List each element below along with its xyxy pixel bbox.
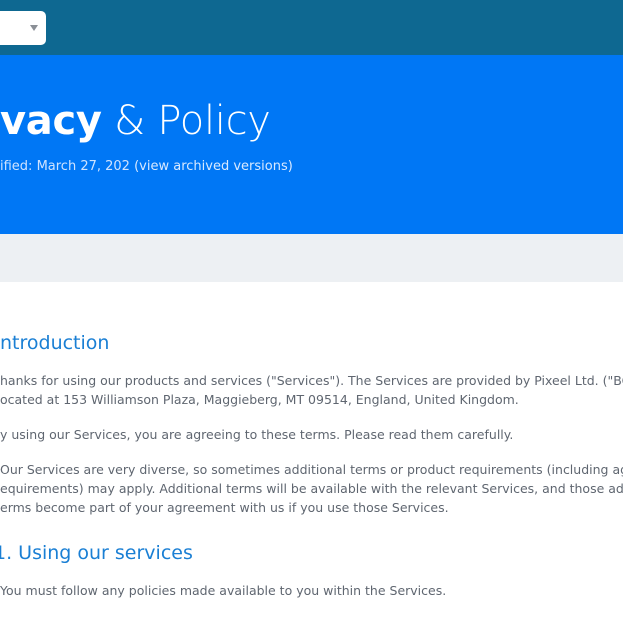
page-title: vacy & Policy xyxy=(0,97,271,145)
top-navigation-bar xyxy=(0,0,623,55)
secondary-band xyxy=(0,234,623,282)
language-select[interactable] xyxy=(0,11,46,45)
section-heading-introduction: ntroduction xyxy=(0,332,109,354)
page-title-bold: vacy xyxy=(0,98,102,144)
paragraph-line: y using our Services, you are agreeing t… xyxy=(0,427,514,442)
section-heading-text: 1. Using our services xyxy=(0,542,193,564)
paragraph-line: erms become part of your agreement with … xyxy=(0,500,449,515)
last-modified-info: ified: March 27, 202 (view archived vers… xyxy=(0,159,293,174)
paragraph-line: You must follow any policies made availa… xyxy=(0,583,447,598)
chevron-down-icon[interactable] xyxy=(30,25,38,31)
paragraph-line: Our Services are very diverse, so someti… xyxy=(0,462,623,477)
paragraph-line: ocated at 153 Williamson Plaza, Maggiebe… xyxy=(0,392,519,407)
paragraph-using-1: You must follow any policies made availa… xyxy=(0,581,446,600)
section-heading-using-services: 1. Using our services xyxy=(0,542,193,564)
page-title-rest: & Policy xyxy=(101,98,271,144)
page-header: vacy & Policy ified: March 27, 202 (view… xyxy=(0,55,623,234)
paragraph-intro-2: y using our Services, you are agreeing t… xyxy=(0,425,513,444)
last-modified-date: ified: March 27, 202 xyxy=(0,159,130,174)
page: vacy & Policy ified: March 27, 202 (view… xyxy=(0,0,623,622)
section-heading-text: ntroduction xyxy=(0,332,110,354)
paragraph-line: hanks for using our products and service… xyxy=(0,373,623,388)
paragraph-intro-3: Our Services are very diverse, so someti… xyxy=(0,460,623,517)
archived-versions-link[interactable]: (view archived versions) xyxy=(134,159,293,174)
paragraph-intro-1: hanks for using our products and service… xyxy=(0,371,623,409)
paragraph-line: equirements) may apply. Additional terms… xyxy=(0,481,623,496)
